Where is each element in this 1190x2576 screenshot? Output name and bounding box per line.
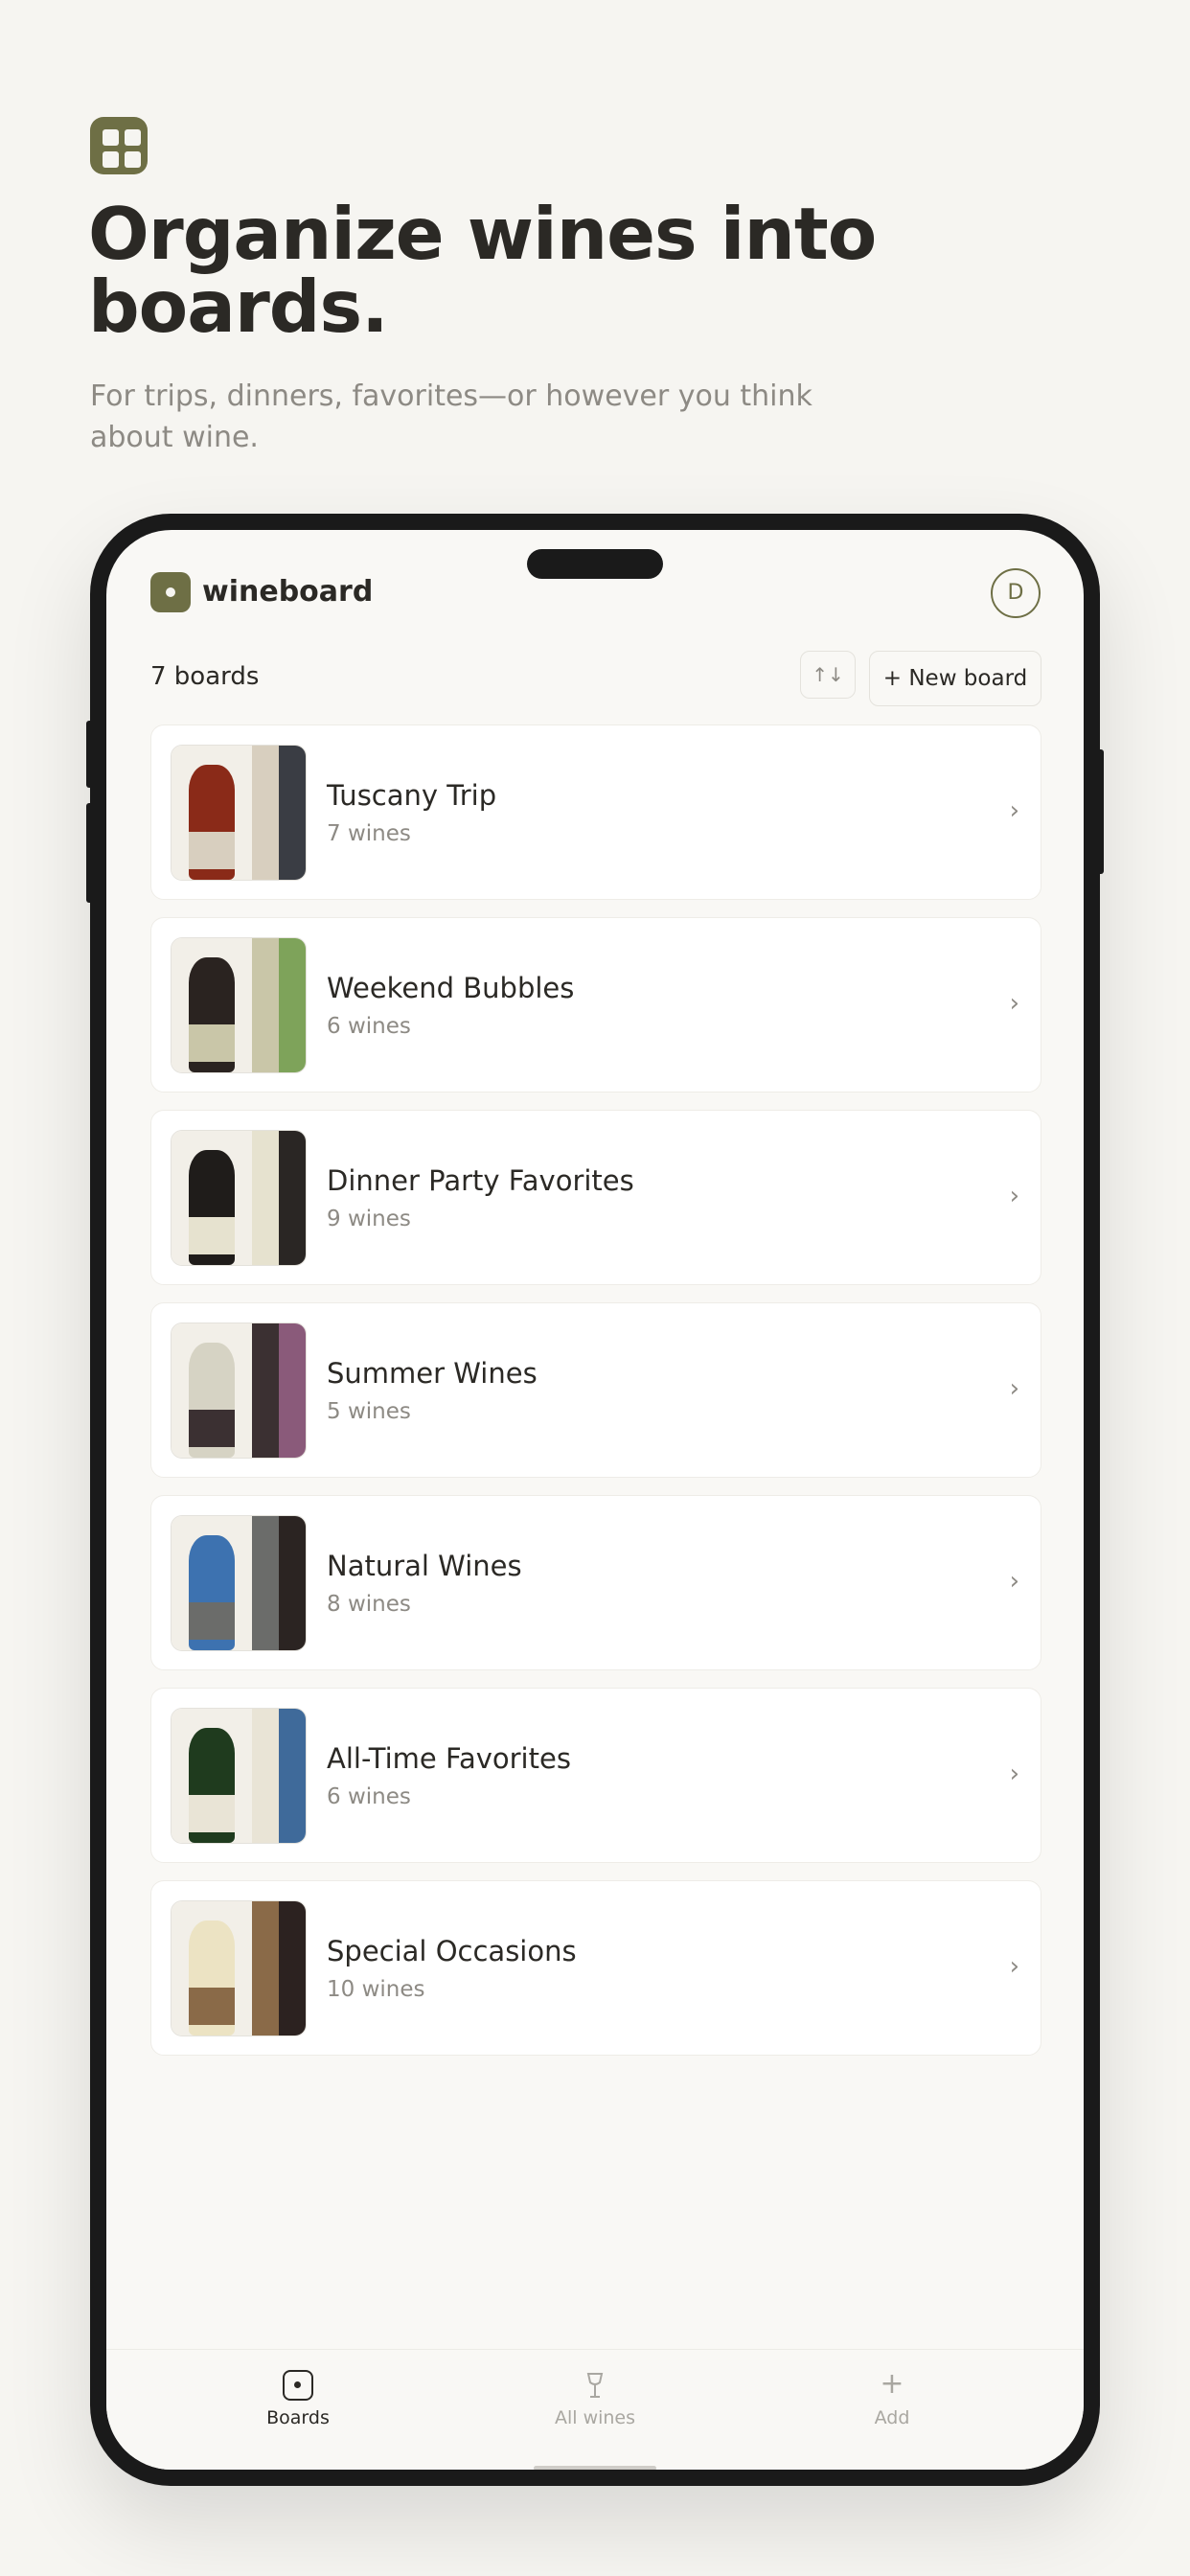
hero-subtitle: For trips, dinners, favorites—or however… bbox=[90, 380, 812, 454]
board-wine-count: 5 wines bbox=[327, 1399, 411, 1424]
plus-icon: + bbox=[880, 2367, 904, 2401]
boards-icon bbox=[283, 2369, 313, 2401]
board-title: Weekend Bubbles bbox=[327, 972, 575, 1004]
board-wine-count: 9 wines bbox=[327, 1207, 411, 1231]
board-card[interactable]: All-Time Favorites 6 wines › bbox=[150, 1688, 1041, 1863]
chevron-right-icon: › bbox=[1009, 1952, 1019, 1981]
wineboard-logo-icon bbox=[150, 572, 191, 612]
tab-label: All wines bbox=[554, 2407, 636, 2428]
sort-button[interactable]: ↑↓ bbox=[800, 651, 856, 699]
board-title: All-Time Favorites bbox=[327, 1742, 571, 1775]
chevron-right-icon: › bbox=[1009, 1760, 1019, 1788]
tab-bar: Boards All wines + Add bbox=[106, 2349, 1084, 2470]
dynamic-island bbox=[527, 549, 663, 579]
brand-name: wineboard bbox=[202, 575, 374, 609]
sort-icon: ↑↓ bbox=[812, 663, 844, 686]
board-card[interactable]: Natural Wines 8 wines › bbox=[150, 1495, 1041, 1670]
chevron-right-icon: › bbox=[1009, 796, 1019, 825]
board-thumbnail bbox=[171, 1900, 307, 2036]
tab-all-wines[interactable]: All wines bbox=[499, 2367, 691, 2430]
board-list: Tuscany Trip 7 wines › Weekend Bubbles 6… bbox=[150, 724, 1041, 2073]
board-wine-count: 10 wines bbox=[327, 1977, 425, 2002]
chevron-right-icon: › bbox=[1009, 1374, 1019, 1403]
board-title: Summer Wines bbox=[327, 1357, 538, 1390]
tab-add[interactable]: + Add bbox=[796, 2367, 988, 2430]
board-thumbnail bbox=[171, 745, 307, 881]
phone-power-button bbox=[1096, 749, 1104, 874]
new-board-button[interactable]: + New board bbox=[869, 651, 1041, 706]
board-card[interactable]: Summer Wines 5 wines › bbox=[150, 1302, 1041, 1478]
board-card[interactable]: Tuscany Trip 7 wines › bbox=[150, 724, 1041, 900]
board-thumbnail bbox=[171, 1708, 307, 1844]
board-thumbnail bbox=[171, 1130, 307, 1266]
phone-side-button bbox=[86, 721, 94, 788]
board-card[interactable]: Special Occasions 10 wines › bbox=[150, 1880, 1041, 2056]
home-indicator bbox=[534, 2466, 656, 2470]
board-card[interactable]: Dinner Party Favorites 9 wines › bbox=[150, 1110, 1041, 1285]
board-title: Dinner Party Favorites bbox=[327, 1164, 634, 1197]
phone-side-button bbox=[86, 803, 94, 903]
board-wine-count: 6 wines bbox=[327, 1014, 411, 1039]
board-wine-count: 8 wines bbox=[327, 1592, 411, 1617]
user-avatar[interactable]: D bbox=[991, 568, 1041, 618]
hero-title: Organize wines into boards. bbox=[88, 192, 877, 349]
wine-glass-icon bbox=[499, 2367, 691, 2402]
board-title: Tuscany Trip bbox=[327, 779, 497, 812]
tab-label: Boards bbox=[266, 2407, 330, 2428]
board-title: Special Occasions bbox=[327, 1935, 577, 1967]
boards-grid-icon bbox=[90, 117, 148, 174]
tab-label: Add bbox=[874, 2407, 910, 2428]
board-card[interactable]: Weekend Bubbles 6 wines › bbox=[150, 917, 1041, 1092]
tab-boards[interactable]: Boards bbox=[202, 2367, 394, 2430]
chevron-right-icon: › bbox=[1009, 1182, 1019, 1210]
board-thumbnail bbox=[171, 1515, 307, 1651]
board-wine-count: 7 wines bbox=[327, 821, 411, 846]
boards-count: 7 boards bbox=[150, 662, 260, 691]
chevron-right-icon: › bbox=[1009, 989, 1019, 1018]
chevron-right-icon: › bbox=[1009, 1567, 1019, 1596]
board-thumbnail bbox=[171, 937, 307, 1073]
board-title: Natural Wines bbox=[327, 1550, 522, 1582]
board-wine-count: 6 wines bbox=[327, 1784, 411, 1809]
app-screen: wineboard D 7 boards ↑↓ + New board Tusc… bbox=[106, 530, 1084, 2470]
board-thumbnail bbox=[171, 1322, 307, 1459]
